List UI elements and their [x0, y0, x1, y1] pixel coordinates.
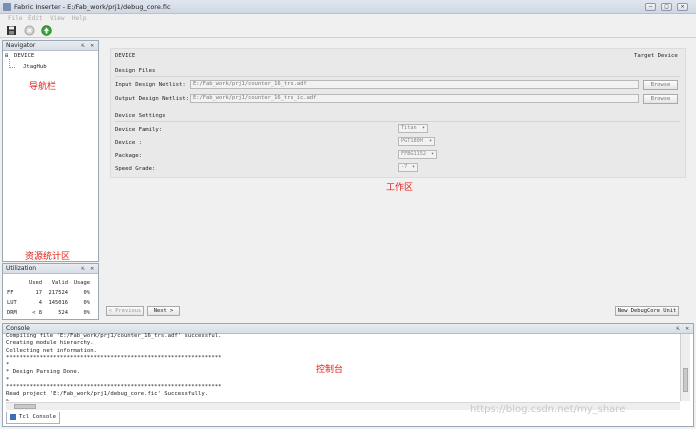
console-line: ****************************************…: [6, 384, 222, 391]
speed-grade-value: -7: [401, 164, 408, 170]
console-panel-buttons[interactable]: ⇱ ✕: [676, 325, 690, 332]
table-cell: 0%: [83, 310, 91, 316]
scrollbar-thumb[interactable]: [14, 404, 36, 409]
table-cell: 0%: [83, 300, 91, 306]
utilization-table: Used Valid Usage FF 17 217524 0% LUT 4 1…: [6, 278, 91, 318]
input-browse-button[interactable]: Browse: [643, 80, 678, 90]
output-netlist-label: Output Design Netlist:: [115, 96, 190, 102]
chevron-down-icon: ▾: [428, 138, 432, 144]
console-title: Console: [6, 325, 30, 332]
watermark: https://blog.csdn.net/my_share: [470, 404, 626, 415]
utilization-header: Utilization ⇱ ✕: [3, 264, 98, 274]
table-header: Usage: [73, 280, 90, 286]
table-header: Valid: [51, 280, 68, 286]
scrollbar-thumb[interactable]: [683, 368, 688, 392]
output-browse-button[interactable]: Browse: [643, 94, 678, 104]
menu-edit[interactable]: Edit: [28, 15, 42, 22]
maximize-button[interactable]: □: [661, 3, 672, 11]
title-bar: Fabric Inserter - E:/Fab_work/prj1/debug…: [0, 0, 696, 14]
run-icon[interactable]: [41, 25, 52, 36]
new-debugcore-unit-button[interactable]: New DebugCore Unit: [615, 306, 679, 316]
tree-item-device[interactable]: DEVICE: [14, 53, 34, 59]
console-vertical-scrollbar[interactable]: [680, 334, 690, 401]
package-select[interactable]: FFBG1152 ▾: [398, 150, 437, 159]
table-header: [6, 278, 26, 288]
table-cell: 4: [38, 300, 42, 306]
console-line: %: [6, 399, 676, 401]
input-netlist-field[interactable]: E:/Fab_work/prj1/counter_16_trs.adf: [190, 80, 639, 89]
app-icon: [3, 3, 11, 11]
close-button[interactable]: ✕: [677, 3, 688, 11]
divider: [115, 121, 680, 122]
design-files-heading: Design Files: [115, 68, 156, 74]
device-family-value: Titan: [401, 125, 417, 131]
tree-connector: [9, 67, 15, 68]
package-label: Package:: [115, 153, 142, 159]
table-cell: LUT: [7, 300, 17, 306]
tree-toggle-icon[interactable]: ⊟: [5, 53, 8, 59]
table-row: FF 17 217524 0%: [6, 288, 91, 298]
table-header-row: Used Valid Usage: [6, 278, 91, 288]
divider: [115, 76, 680, 77]
table-cell: 524: [58, 310, 68, 316]
device-family-select[interactable]: Titan ▾: [398, 124, 428, 133]
window-title: Fabric Inserter - E:/Fab_work/prj1/debug…: [14, 3, 171, 11]
table-cell: 0%: [83, 290, 91, 296]
minimize-button[interactable]: –: [645, 3, 656, 11]
tab-label: Tcl Console: [19, 414, 57, 420]
stop-icon[interactable]: [24, 25, 35, 36]
next-button[interactable]: Next >: [147, 306, 180, 316]
speed-grade-label: Speed Grade:: [115, 166, 156, 172]
console-line: Creating module hierarchy.: [6, 340, 94, 347]
navigator-panel: Navigator ⇱ ✕: [2, 40, 99, 262]
device-value: PGT180H: [401, 138, 423, 144]
table-cell: < 8: [32, 310, 42, 316]
workspace-section-title: DEVICE: [115, 53, 136, 59]
device-settings-heading: Device Settings: [115, 113, 166, 119]
utilization-title: Utilization: [6, 265, 37, 272]
chevron-down-icon: ▾: [421, 125, 425, 131]
table-cell: FF: [7, 290, 14, 296]
table-row: LUT 4 145016 0%: [6, 298, 91, 308]
utilization-panel-buttons[interactable]: ⇱ ✕: [81, 265, 95, 272]
menu-file[interactable]: File: [8, 15, 22, 22]
table-cell: 217524: [48, 290, 68, 296]
console-icon: [10, 414, 16, 420]
chevron-down-icon: ▾: [411, 164, 415, 170]
console-line: Compiling file 'E:/Fab_work/prj1/counter…: [6, 333, 222, 339]
workspace-annotation: 工作区: [386, 183, 414, 193]
chevron-down-icon: ▾: [430, 151, 434, 157]
device-family-label: Device Family:: [115, 127, 163, 133]
console-line: Collecting net information.: [6, 347, 97, 354]
toolbar: [0, 24, 696, 38]
device-select[interactable]: PGT180H ▾: [398, 137, 435, 146]
tab-tcl-console[interactable]: Tcl Console: [6, 412, 60, 424]
table-cell: 17: [35, 290, 43, 296]
utilization-panel: Utilization ⇱ ✕ Used Valid Usage FF 17 2…: [2, 263, 99, 320]
table-cell: DRM: [7, 310, 17, 316]
table-cell: 145016: [48, 300, 68, 306]
save-icon[interactable]: [6, 25, 17, 36]
utilization-annotation: 资源统计区: [25, 252, 71, 262]
menu-view[interactable]: View: [50, 15, 64, 22]
output-netlist-field[interactable]: E:/Fab_work/prj1/counter_16_trs_ic.adf: [190, 94, 639, 103]
table-header: Used: [29, 280, 42, 286]
input-netlist-label: Input Design Netlist:: [115, 82, 186, 88]
table-row: DRM < 8 524 0%: [6, 308, 91, 318]
previous-button[interactable]: < Previous: [106, 306, 144, 316]
navigator-annotation: 导航栏: [29, 82, 57, 92]
navigator-panel-buttons[interactable]: ⇱ ✕: [81, 42, 95, 49]
console-annotation: 控制台: [316, 365, 344, 375]
navigator-header: Navigator ⇱ ✕: [3, 41, 98, 51]
menu-bar: [0, 14, 696, 24]
tree-item-jtaghub[interactable]: JtagHub: [23, 64, 47, 70]
console-line: *: [6, 376, 10, 383]
navigator-title: Navigator: [6, 42, 36, 49]
package-value: FFBG1152: [401, 151, 426, 157]
target-device-label: Target Device: [634, 53, 678, 59]
device-label: Device :: [115, 140, 142, 146]
console-line: Read project 'E:/Fab_work/prj1/debug_cor…: [6, 391, 209, 398]
menu-help[interactable]: Help: [72, 15, 86, 22]
speed-grade-select[interactable]: -7 ▾: [398, 163, 418, 172]
